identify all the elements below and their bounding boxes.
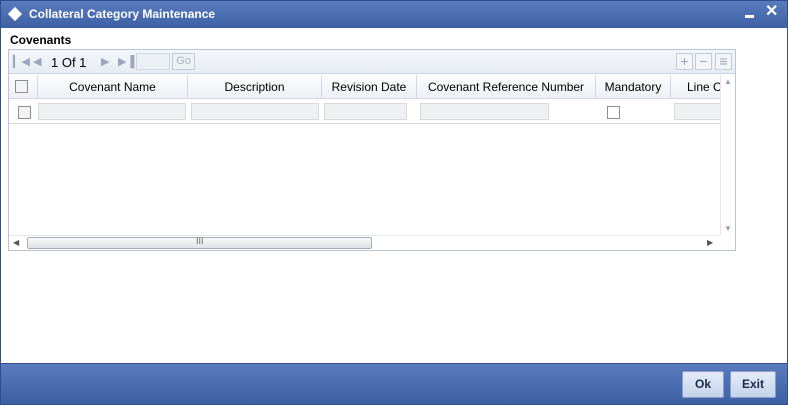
grid-header: Covenant Name Description Revision Date … xyxy=(9,75,720,99)
line-code-field[interactable] xyxy=(674,103,720,120)
next-page-icon[interactable]: ▶ xyxy=(101,55,109,68)
column-header-covenant-name[interactable]: Covenant Name xyxy=(38,75,188,98)
table-row xyxy=(9,100,720,124)
prev-page-icon[interactable]: ◀ xyxy=(33,55,41,68)
column-header-line-code[interactable]: Line C xyxy=(671,75,720,98)
exit-button[interactable]: Exit xyxy=(730,371,776,398)
column-header-covenant-reference-number[interactable]: Covenant Reference Number xyxy=(417,75,596,98)
window-diamond-icon xyxy=(7,6,23,22)
first-page-icon[interactable]: ▎◀ xyxy=(13,55,30,68)
window-titlebar: Collateral Category Maintenance ✕ xyxy=(1,1,787,28)
scroll-down-icon[interactable]: ▼ xyxy=(724,224,732,233)
collateral-category-window: Collateral Category Maintenance ✕ Covena… xyxy=(0,0,788,405)
add-row-icon[interactable]: + xyxy=(676,53,693,70)
covenants-section-label: Covenants xyxy=(10,33,72,47)
page-info: 1 Of 1 xyxy=(51,55,87,70)
minimize-icon[interactable] xyxy=(745,10,755,18)
horizontal-scroll-thumb[interactable]: III xyxy=(27,236,372,249)
covenant-name-field[interactable] xyxy=(38,103,186,120)
grid-pager: ▎◀ ◀ 1 Of 1 ▶ ▶▐ Go + − ≡ xyxy=(9,50,735,74)
window-footer: Ok Exit xyxy=(1,363,787,404)
row-select-checkbox[interactable] xyxy=(18,106,31,119)
column-header-description[interactable]: Description xyxy=(188,75,322,98)
mandatory-checkbox[interactable] xyxy=(607,106,620,119)
scroll-grip: III xyxy=(196,236,204,246)
covenants-grid: ▎◀ ◀ 1 Of 1 ▶ ▶▐ Go + − ≡ Covenant Name … xyxy=(8,49,736,251)
scroll-up-icon[interactable]: ▲ xyxy=(724,77,732,86)
vertical-scrollbar[interactable]: ▲ ▼ xyxy=(720,75,735,235)
page-number-input[interactable] xyxy=(136,53,170,70)
single-view-icon[interactable]: ≡ xyxy=(715,53,732,70)
description-field[interactable] xyxy=(191,103,319,120)
column-header-revision-date[interactable]: Revision Date xyxy=(322,75,417,98)
horizontal-scrollbar[interactable]: ◀ III ▶ xyxy=(9,235,720,250)
last-page-icon[interactable]: ▶▐ xyxy=(118,55,134,68)
go-button[interactable]: Go xyxy=(172,53,195,70)
ok-button[interactable]: Ok xyxy=(682,371,724,398)
column-header-mandatory[interactable]: Mandatory xyxy=(596,75,671,98)
scroll-right-icon[interactable]: ▶ xyxy=(707,238,713,247)
revision-date-field[interactable] xyxy=(324,103,407,120)
covenant-reference-number-field[interactable] xyxy=(420,103,549,120)
select-all-cell xyxy=(9,75,38,98)
scroll-left-icon[interactable]: ◀ xyxy=(13,238,19,247)
select-all-checkbox[interactable] xyxy=(15,80,28,93)
close-icon[interactable]: ✕ xyxy=(765,4,778,20)
remove-row-icon[interactable]: − xyxy=(695,53,712,70)
window-title: Collateral Category Maintenance xyxy=(29,7,216,21)
